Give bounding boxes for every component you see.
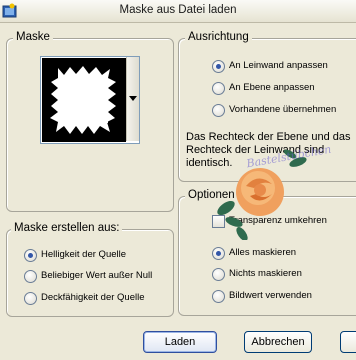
radio-label: Alles maskieren [229,247,297,258]
mask-preview-image [42,58,126,142]
radio-selected-dot [216,251,221,256]
abbrechen-button[interactable]: Abbrechen [244,331,312,353]
radio-label: An Leinwand anpassen [229,60,328,71]
radio-label: Nichts maskieren [229,268,302,279]
partial-button[interactable] [340,331,356,353]
radio-button[interactable] [212,290,225,303]
orientation-group-label: Ausrichtung [185,31,252,43]
title-bar[interactable]: Maske aus Datei laden [0,0,356,23]
mask-group-label: Maske [13,31,53,43]
radio-button[interactable] [24,292,37,305]
mask-preview-dropdown[interactable] [40,56,140,144]
radio-button[interactable] [212,247,225,260]
description-line: Das Rechteck der Ebene und das [186,131,351,143]
radio-button[interactable] [212,104,225,117]
radio-label: Bildwert verwenden [229,290,312,301]
radio-label: Deckfähigkeit der Quelle [41,292,145,303]
chevron-down-icon [129,96,137,101]
radio-label: Vorhandene übernehmen [229,104,337,115]
radio-label: An Ebene anpassen [229,82,315,93]
mask-source-group-label: Maske erstellen aus: [11,222,123,234]
radio-button[interactable] [24,249,37,262]
laden-button[interactable]: Laden [143,331,217,353]
radio-selected-dot [216,64,221,69]
radio-button[interactable] [212,268,225,281]
mask-dropdown-button[interactable] [126,57,139,141]
radio-button[interactable] [212,82,225,95]
radio-button[interactable] [212,60,225,73]
radio-button[interactable] [24,270,37,283]
radio-label: Beliebiger Wert außer Null [41,270,153,281]
window-title: Maske aus Datei laden [119,4,237,16]
radio-label: Helligkeit der Quelle [41,249,127,260]
radio-selected-dot [28,253,33,258]
